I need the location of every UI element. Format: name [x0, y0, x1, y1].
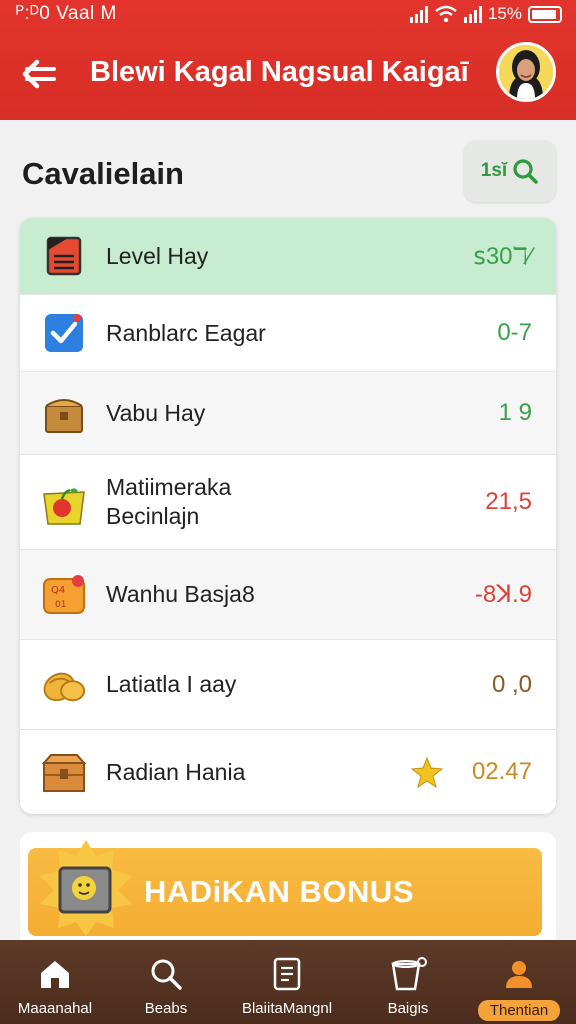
battery-percent: 15%: [487, 4, 522, 23]
wooden-crate-icon: [40, 748, 88, 796]
coupon-icon: Q4 01: [40, 571, 88, 619]
search-button[interactable]: 1sĭ: [464, 140, 556, 202]
nav-label: Beabs: [144, 1000, 188, 1017]
list-item[interactable]: Latiatla I aay 0 ,0: [20, 640, 556, 730]
top-header: ᴾ:ᴰ0 Vaal M 15% Blewi Kagal Nagsual Kaig…: [0, 0, 576, 120]
list-item-name: Latiatla I aay: [106, 671, 237, 697]
search-button-label: 1sĭ: [480, 160, 508, 181]
list-item-value: 02.47: [471, 758, 532, 785]
nav-label: Maaanahal: [17, 1000, 93, 1017]
list-item-name: Matiimeraka Becinlajn: [106, 474, 232, 529]
back-arrow-icon: [22, 59, 56, 89]
red-document-icon: [40, 232, 88, 280]
list-item-name: Wanhu Basja8: [106, 581, 255, 607]
bonus-box-icon: [36, 838, 136, 938]
profile-icon: [503, 952, 535, 996]
avatar[interactable]: [496, 42, 556, 102]
list-item-value: 21,5: [485, 488, 532, 515]
list-item-name: Radian Hania: [106, 758, 246, 785]
battery-icon: [528, 5, 562, 23]
nav-label: Baigis: [387, 1000, 429, 1017]
wifi-icon: [435, 5, 457, 23]
nav-item-profile[interactable]: Thentian: [474, 940, 564, 1024]
list-item[interactable]: Matiimeraka Becinlajn 21,5: [20, 455, 556, 550]
status-bar: ᴾ:ᴰ0 Vaal M 15%: [0, 0, 576, 30]
checkbox-icon: [40, 309, 88, 357]
app-title: Blewi Kagal Nagsual Kaigaī: [90, 56, 469, 88]
home-icon: [38, 952, 72, 996]
svg-text:01: 01: [55, 600, 66, 610]
status-icons: 15%: [409, 4, 562, 24]
list-item-name: Level Hay: [106, 242, 209, 269]
bucket-icon: [389, 952, 427, 996]
list-item-value: ꜱ30ℸ⁄: [473, 242, 532, 270]
nav-item-documents[interactable]: BlaiitaMangnl: [232, 940, 342, 1024]
nav-label: BlaiitaMangnl: [241, 1000, 333, 1017]
nav-label: Thentian: [477, 1000, 561, 1021]
bonus-button[interactable]: HADiKAN BONUS: [28, 840, 542, 936]
nav-item-home[interactable]: Maaanahal: [14, 940, 96, 1024]
nav-item-bag[interactable]: Baigis: [372, 940, 444, 1024]
list-item[interactable]: Vabu Hay 1 9: [20, 372, 556, 455]
list-item[interactable]: Ranblarc Eagar 0-7: [20, 295, 556, 372]
bottom-nav: Maaanahal Beabs BlaiitaMangnl Baigis The…: [0, 940, 576, 1024]
items-list: Level Hay ꜱ30ℸ⁄ Ranblarc Eagar 0-7 Vabu …: [20, 218, 556, 814]
list-item-name: Vabu Hay: [106, 399, 206, 426]
list-item-value: 0-7: [497, 319, 532, 346]
cell-signal-icon-2: [463, 5, 482, 23]
list-item[interactable]: Radian Hania 02.47: [20, 730, 556, 814]
back-button[interactable]: [20, 56, 58, 92]
status-time: ᴾ:ᴰ0 Vaal M: [16, 3, 117, 24]
list-item-value: -8ꓘ.9: [474, 581, 532, 608]
app-bar: Blewi Kagal Nagsual Kaigaī: [0, 36, 576, 116]
list-item[interactable]: Q4 01 Wanhu Basja8 -8ꓘ.9: [20, 550, 556, 640]
bonus-label: HADiKAN BONUS: [144, 874, 414, 909]
search-icon: [149, 952, 183, 996]
list-item-value: 0 ,0: [491, 670, 532, 698]
search-icon: [513, 159, 539, 184]
star-icon: [410, 756, 444, 788]
list-item[interactable]: Level Hay ꜱ30ℸ⁄: [20, 218, 556, 295]
croissant-icon: [40, 661, 88, 709]
svg-text:Q4: Q4: [51, 585, 65, 596]
list-item-value: 1 9: [498, 399, 532, 426]
section-title: Cavalielain: [22, 156, 184, 191]
document-icon: [272, 952, 302, 996]
cell-signal-icon: [409, 5, 428, 23]
fruit-basket-icon: [40, 478, 88, 526]
nav-item-search[interactable]: Beabs: [126, 940, 206, 1024]
user-portrait-icon: [499, 45, 553, 99]
treasure-box-icon: [40, 389, 88, 437]
list-item-name: Ranblarc Eagar: [106, 319, 266, 346]
